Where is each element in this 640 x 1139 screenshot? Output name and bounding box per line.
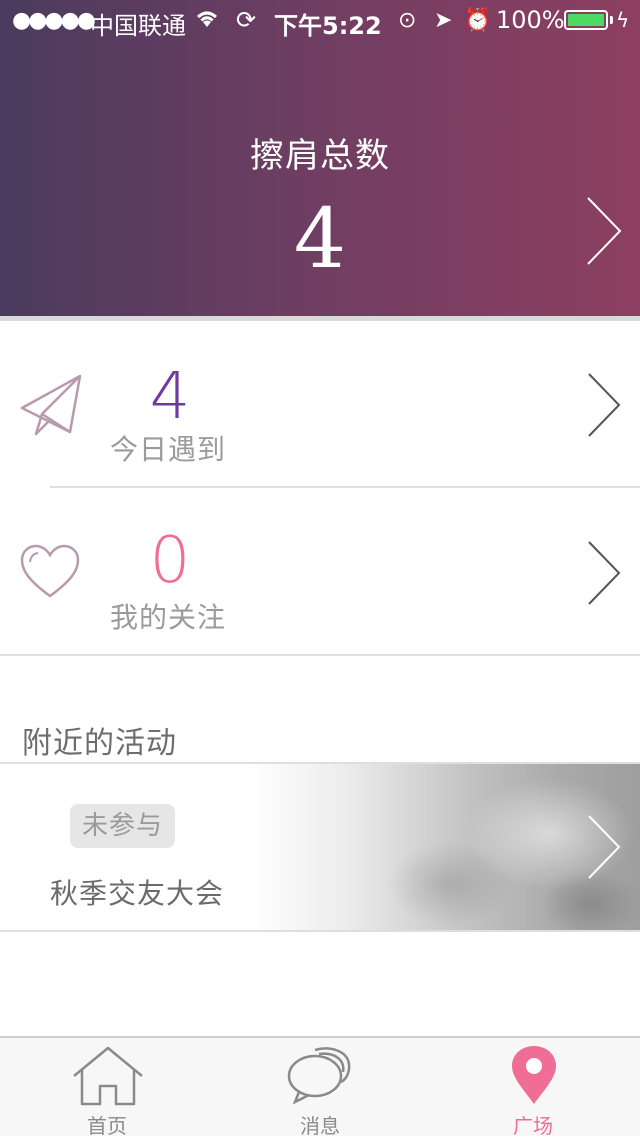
tab-home-label: 首页 (87, 1114, 127, 1138)
activity-name: 秋季交友大会 (50, 877, 225, 910)
nearby-activities-title: 附近的活动 (22, 726, 177, 761)
chevron-right-icon[interactable] (584, 196, 624, 270)
status-bar: ●●●●● 中国联通 ⟳ 下午5:22 ⊙ ➤ ⏰ 100% ϟ (0, 0, 640, 40)
heart-icon (20, 544, 80, 604)
total-encounters-title: 擦肩总数 (250, 136, 390, 176)
activity-cover-image (250, 764, 640, 930)
today-met-count: 4 (149, 360, 191, 434)
section-divider (0, 654, 640, 656)
battery-percentage: 100% (496, 6, 565, 34)
alarm-clock-icon: ⏰ (464, 8, 492, 33)
my-follows-label: 我的关注 (110, 601, 227, 634)
paper-plane-icon (20, 374, 84, 440)
tab-messages[interactable]: 消息 (250, 1038, 390, 1138)
wifi-icon (194, 7, 220, 35)
my-follows-count: 0 (149, 524, 191, 598)
signal-strength-icon: ●●●●● (12, 8, 96, 33)
battery-icon (564, 10, 608, 30)
battery-tip (610, 16, 613, 24)
header-divider (0, 316, 640, 321)
tab-bar: 首页 消息 广场 (0, 1036, 640, 1138)
today-met-row[interactable]: 4 今日遇到 (0, 322, 640, 488)
location-arrow-icon: ➤ (434, 8, 453, 33)
rotation-lock-icon: ⊙ (398, 8, 417, 33)
carrier-name: 中国联通 (90, 12, 186, 40)
participation-status-badge: 未参与 (70, 804, 176, 848)
tab-home[interactable]: 首页 (37, 1038, 177, 1138)
location-pin-icon (512, 1046, 556, 1104)
status-time: 下午5:22 (274, 12, 382, 40)
my-follows-row[interactable]: 0 我的关注 (0, 488, 640, 654)
tab-square[interactable]: 广场 (463, 1038, 603, 1138)
chevron-right-icon[interactable] (586, 372, 622, 442)
activity-card[interactable]: 未参与 秋季交友大会 (0, 764, 640, 930)
chevron-right-icon[interactable] (586, 814, 622, 884)
chevron-right-icon[interactable] (586, 540, 622, 610)
charging-bolt-icon: ϟ (616, 8, 630, 32)
section-divider (0, 930, 640, 932)
house-icon (73, 1046, 143, 1106)
total-encounters-count: 4 (293, 192, 347, 287)
sync-icon: ⟳ (236, 6, 257, 34)
tab-messages-label: 消息 (300, 1114, 340, 1138)
today-met-label: 今日遇到 (110, 433, 227, 466)
tab-square-label: 广场 (513, 1114, 553, 1138)
summary-header[interactable]: ●●●●● 中国联通 ⟳ 下午5:22 ⊙ ➤ ⏰ 100% ϟ 擦肩总数 4 (0, 0, 640, 316)
chat-bubbles-icon (287, 1047, 351, 1105)
